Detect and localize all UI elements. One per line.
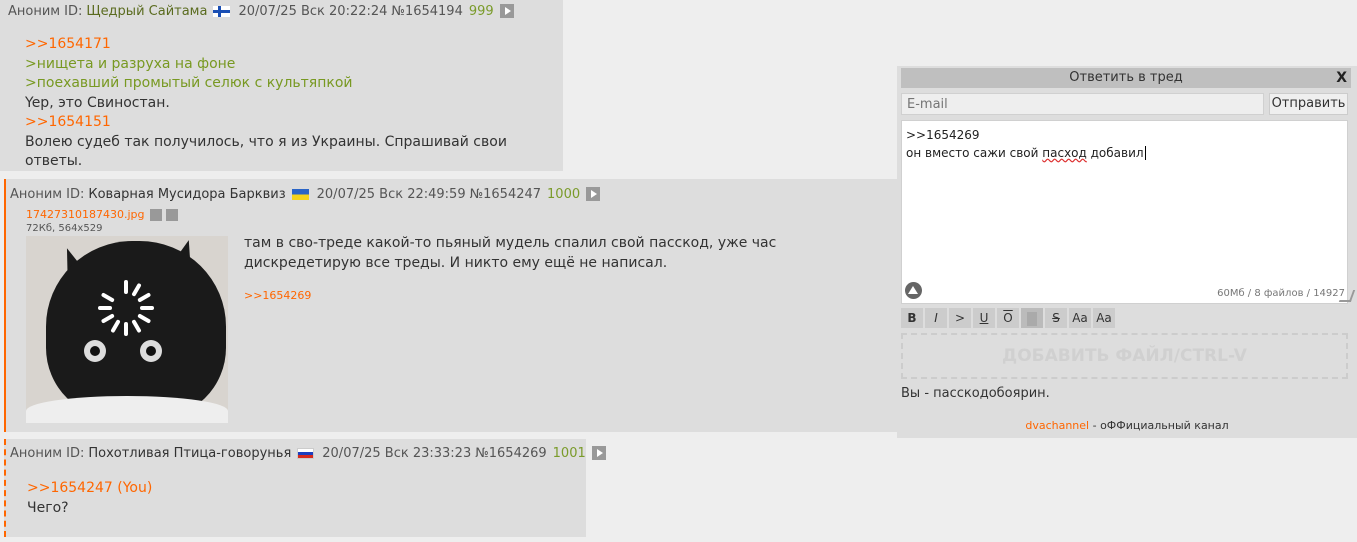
flag-ukraine-icon <box>291 188 309 200</box>
post-date: 20/07/25 Вск 20:22:24 <box>238 3 388 19</box>
post-count: 1001 <box>552 445 586 461</box>
upload-quota: 60Мб / 8 файлов / 14927 <box>1217 288 1345 299</box>
reply-form: Ответить в тред X Отправить >>1654269 он… <box>897 66 1357 438</box>
reply-link[interactable]: >>1654171 <box>25 35 563 55</box>
passcode-status: Вы - пасскодобоярин. <box>901 386 1050 401</box>
email-field[interactable] <box>901 93 1264 115</box>
message-text: добавил <box>1086 146 1144 160</box>
image-thumbnail[interactable] <box>26 236 228 423</box>
post-header: Аноним ID: Похотливая Птица-говорунья 20… <box>10 442 606 464</box>
add-file-dropzone[interactable]: ДОБАВИТЬ ФАЙЛ/CTRL-V <box>901 333 1348 379</box>
post-body: >>1654171 >нищета и разруха на фоне >пое… <box>25 35 563 172</box>
subscript-button[interactable]: Aa <box>1093 308 1115 328</box>
cat-eye-shape <box>140 340 162 362</box>
message-text: он вместо сажи свой <box>906 146 1043 160</box>
overline-button[interactable]: O <box>997 308 1019 328</box>
poster-anon: Аноним <box>10 445 63 461</box>
resize-handle-icon[interactable] <box>1338 290 1356 302</box>
post-number[interactable]: №1654247 <box>470 187 541 202</box>
post-header: Аноним ID: Щедрый Сайтама 20/07/25 Вск 2… <box>8 0 514 22</box>
channel-link[interactable]: dvachannel <box>1025 419 1089 432</box>
reply-form-title: Ответить в тред <box>1069 70 1183 85</box>
post-date: 20/07/25 Вск 22:49:59 <box>316 186 466 202</box>
play-icon[interactable] <box>591 446 606 460</box>
search-image-icon[interactable] <box>149 208 162 221</box>
flag-finland-icon <box>213 5 231 17</box>
post-number[interactable]: №1654269 <box>475 446 546 461</box>
loading-spinner-icon <box>96 278 156 338</box>
message-textarea[interactable]: >>1654269 он вместо сажи свой пасход доб… <box>901 120 1348 304</box>
poster-name: Похотливая Птица-говорунья <box>88 445 292 461</box>
greentext-line: >поехавший промытый селюк с культяпкой <box>25 75 353 91</box>
channel-text: - оФФициальный канал <box>1089 419 1229 432</box>
quote-button[interactable]: > <box>949 308 971 328</box>
post-1654194: Аноним ID: Щедрый Сайтама 20/07/25 Вск 2… <box>0 0 563 171</box>
sage-icon[interactable] <box>905 282 922 299</box>
post-text: там в сво-треде какой-то пьяный мудель с… <box>244 235 777 271</box>
post-body: >>1654247 (You) Чего? <box>27 479 152 518</box>
greentext-line: >нищета и разруха на фоне <box>25 55 236 72</box>
spoiler-button[interactable] <box>1021 308 1043 328</box>
poster-name: Щедрый Сайтама <box>86 3 208 19</box>
italic-button[interactable]: I <box>925 308 947 328</box>
close-icon[interactable]: X <box>1336 68 1347 88</box>
file-meta: 72Кб, 564x529 <box>26 223 103 234</box>
channel-footer: dvachannel - оФФициальный канал <box>897 419 1357 432</box>
reply-link[interactable]: >>1654247 <box>27 480 113 496</box>
backlink[interactable]: >>1654269 <box>244 289 311 302</box>
you-marker: (You) <box>117 480 153 496</box>
strikethrough-button[interactable]: S <box>1045 308 1067 328</box>
reply-link[interactable]: >>1654151 <box>25 113 563 133</box>
poster-anon: Аноним <box>10 186 63 202</box>
poster-id-label: ID: <box>66 445 85 461</box>
text-cursor <box>1144 146 1146 160</box>
misspelled-word: пасход <box>1042 146 1087 160</box>
post-date: 20/07/25 Вск 23:33:23 <box>322 445 472 461</box>
send-button[interactable]: Отправить <box>1269 93 1348 115</box>
download-icon[interactable] <box>165 208 178 221</box>
play-icon[interactable] <box>499 4 514 18</box>
flag-russia-icon <box>297 447 315 459</box>
poster-id-label: ID: <box>64 3 83 19</box>
play-icon[interactable] <box>586 187 601 201</box>
message-line: >>1654269 <box>906 128 980 142</box>
post-header: Аноним ID: Коварная Мусидора Барквиз 20/… <box>10 183 601 205</box>
cat-chest-shape <box>26 396 228 423</box>
poster-id-label: ID: <box>66 186 85 202</box>
post-number[interactable]: №1654194 <box>391 4 462 19</box>
poster-name: Коварная Мусидора Барквиз <box>88 186 286 202</box>
post-count: 999 <box>468 3 494 19</box>
post-text-line: Волею судеб так получилось, что я из Укр… <box>25 133 507 170</box>
post-1654247: Аноним ID: Коварная Мусидора Барквиз 20/… <box>4 179 899 432</box>
cat-eye-shape <box>84 340 106 362</box>
markup-toolbar: B I > U O S Aa Aa <box>901 308 1115 330</box>
post-text-line: Чего? <box>27 499 69 516</box>
reply-form-titlebar[interactable]: Ответить в тред X <box>901 68 1351 88</box>
superscript-button[interactable]: Aa <box>1069 308 1091 328</box>
post-count: 1000 <box>547 186 581 202</box>
post-text-line: Yep, это Свиностан. <box>25 94 170 111</box>
file-name[interactable]: 17427310187430.jpg <box>26 208 145 221</box>
underline-button[interactable]: U <box>973 308 995 328</box>
post-1654269: Аноним ID: Похотливая Птица-говорунья 20… <box>4 439 606 537</box>
file-link[interactable]: 17427310187430.jpg <box>26 208 178 221</box>
bold-button[interactable]: B <box>901 308 923 328</box>
poster-anon: Аноним <box>8 3 61 19</box>
